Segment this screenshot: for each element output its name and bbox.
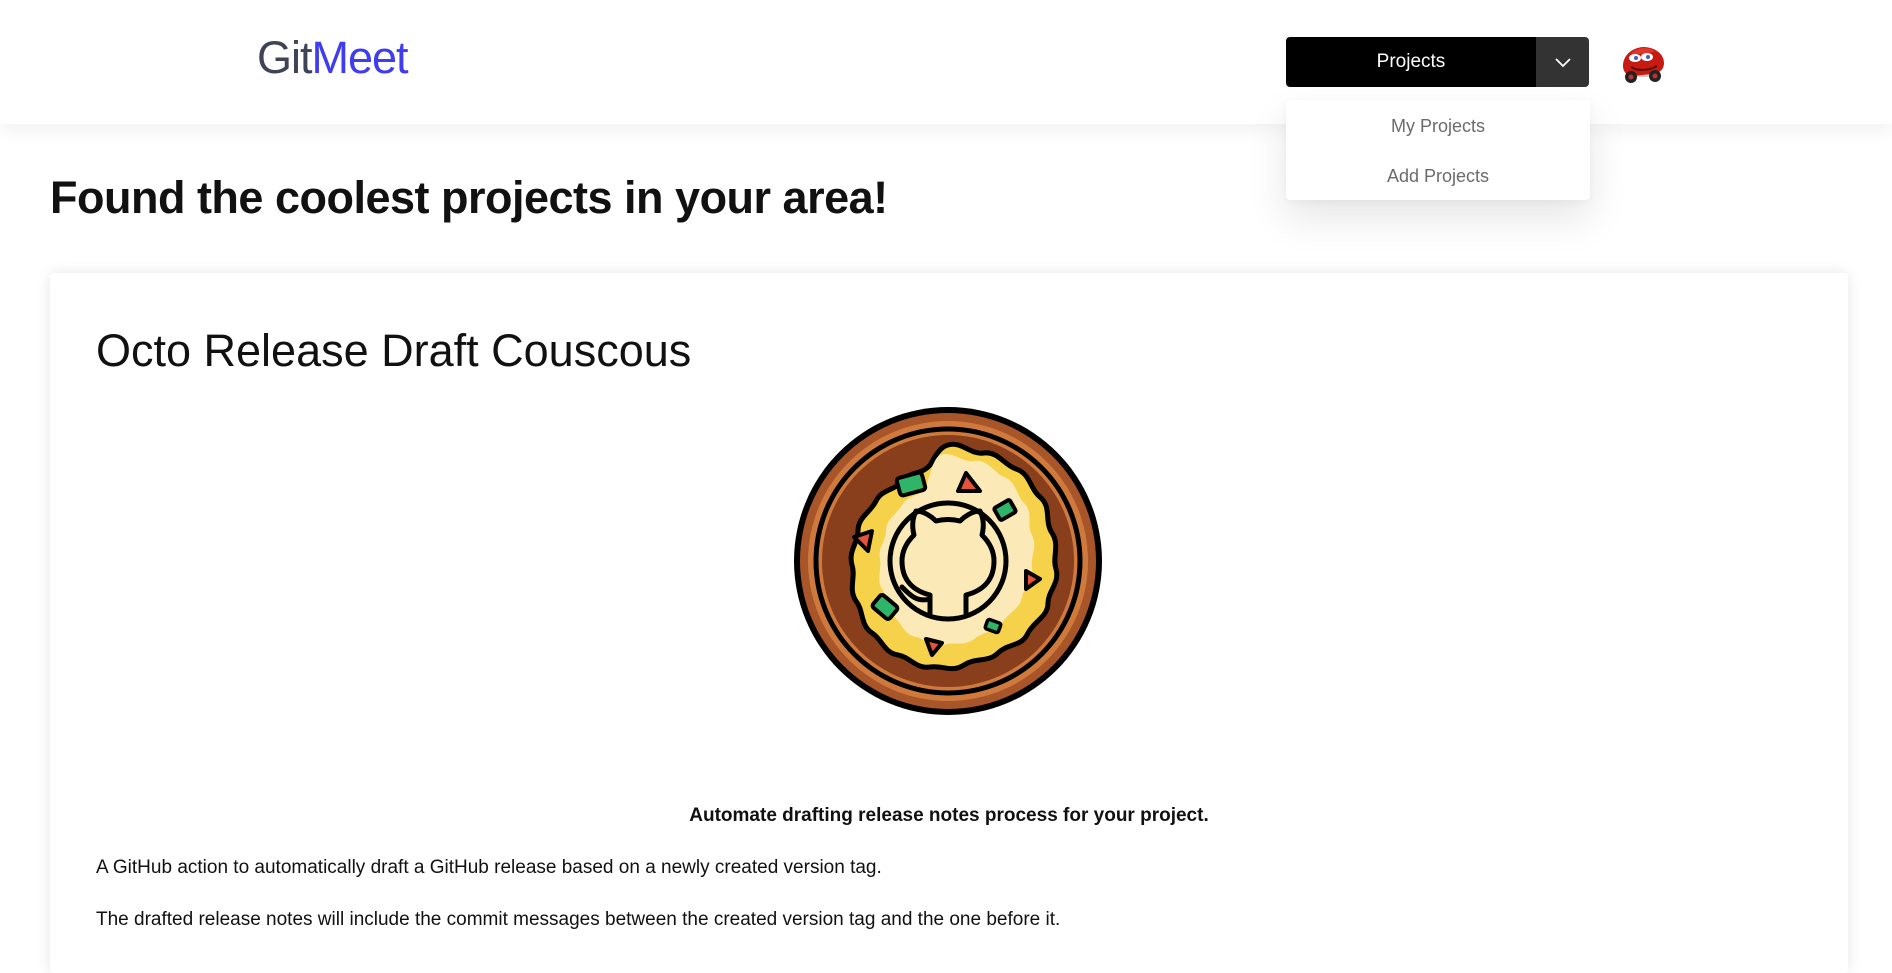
projects-dropdown-button[interactable]: Projects (1286, 37, 1589, 87)
project-title[interactable]: Octo Release Draft Couscous (96, 325, 691, 377)
top-nav-bar: GitMeet Projects (0, 0, 1892, 124)
dropdown-item-my-projects[interactable]: My Projects (1286, 116, 1590, 137)
project-image (790, 403, 1106, 719)
octocat-couscous-icon (794, 407, 1102, 715)
logo-meet-text: Meet (311, 32, 409, 83)
page-title: Found the coolest projects in your area! (50, 172, 888, 223)
projects-button-label[interactable]: Projects (1286, 37, 1536, 87)
project-description-paragraph: A GitHub action to automatically draft a… (96, 857, 882, 878)
project-description-paragraph: The drafted release notes will include t… (96, 909, 1061, 930)
chevron-down-icon (1554, 58, 1571, 68)
project-tagline: Automate drafting release notes process … (689, 805, 1209, 826)
car-avatar-icon (1617, 36, 1669, 88)
dropdown-toggle[interactable] (1536, 37, 1589, 87)
dropdown-item-add-projects[interactable]: Add Projects (1286, 166, 1590, 187)
gitmeet-logo[interactable]: GitMeet (257, 30, 409, 86)
projects-dropdown-menu: My Projects Add Projects (1286, 100, 1590, 200)
project-card[interactable]: Octo Release Draft Couscous Automate dra… (50, 273, 1848, 973)
logo-git-text: Git (257, 32, 313, 83)
user-avatar[interactable] (1617, 36, 1669, 88)
